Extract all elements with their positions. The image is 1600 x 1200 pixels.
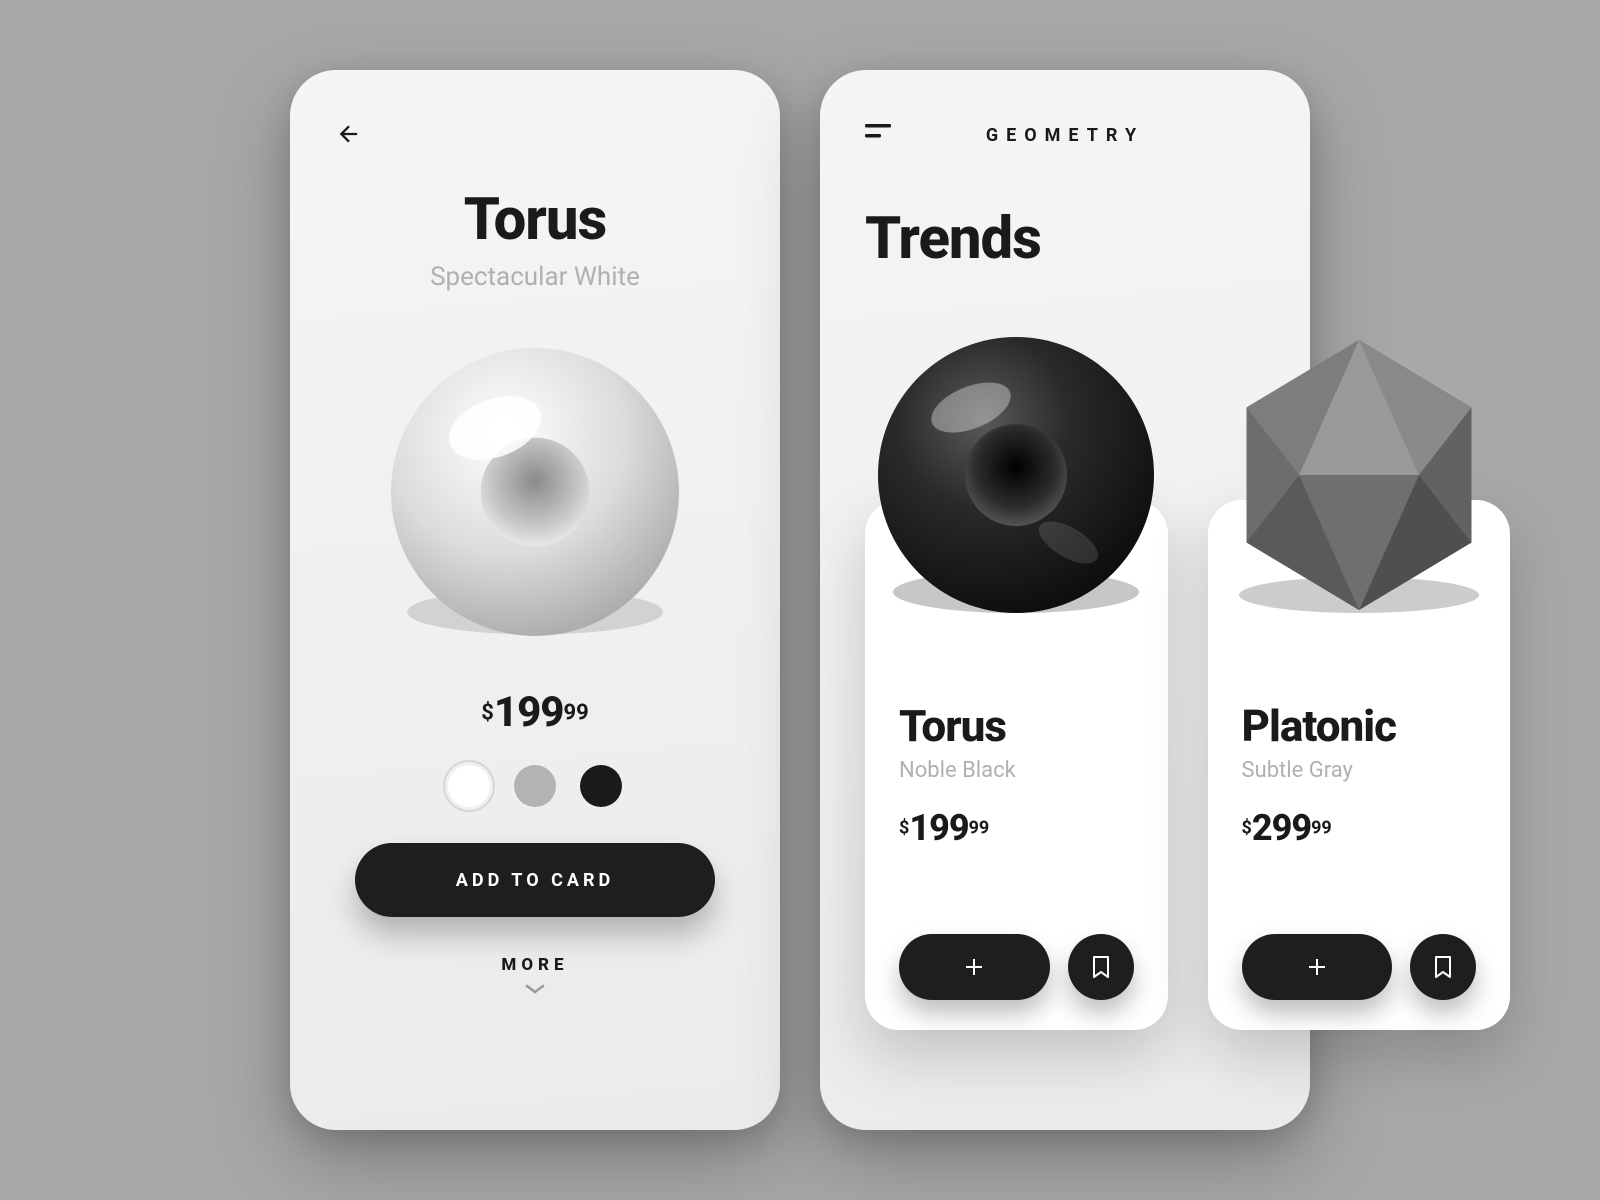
- product-hero-image: [335, 332, 735, 652]
- product-title: Torus: [335, 186, 735, 254]
- price-currency: $: [899, 818, 909, 839]
- card-subtitle: Noble Black: [899, 758, 1134, 783]
- add-button[interactable]: [899, 934, 1050, 1000]
- plus-icon: [1305, 955, 1329, 979]
- price-whole: 199: [909, 807, 968, 849]
- cta-label: ADD TO CARD: [456, 870, 614, 891]
- card-actions: [899, 934, 1134, 1000]
- card-title: Torus: [899, 700, 1134, 752]
- product-cards-row[interactable]: Torus Noble Black $19999: [865, 500, 1510, 1030]
- card-actions: [1242, 934, 1477, 1000]
- add-button[interactable]: [1242, 934, 1393, 1000]
- product-subtitle: Spectacular White: [335, 262, 735, 292]
- price-cents: 99: [1311, 818, 1332, 839]
- more-button[interactable]: MORE: [335, 955, 735, 975]
- product-price: $19999: [335, 688, 735, 737]
- icosahedron-icon: [1209, 325, 1509, 625]
- product-card-torus[interactable]: Torus Noble Black $19999: [865, 500, 1168, 1030]
- card-price: $29999: [1242, 807, 1477, 849]
- bookmark-button[interactable]: [1410, 934, 1476, 1000]
- price-whole: 299: [1252, 807, 1311, 849]
- add-to-card-button[interactable]: ADD TO CARD: [355, 843, 715, 917]
- section-title: Trends: [865, 205, 1265, 273]
- color-swatches: [335, 765, 735, 807]
- price-whole: 199: [494, 688, 564, 737]
- plus-icon: [962, 955, 986, 979]
- product-image: [866, 325, 1166, 629]
- card-price: $19999: [899, 807, 1134, 849]
- card-title: Platonic: [1242, 700, 1477, 752]
- product-card-platonic[interactable]: Platonic Subtle Gray $29999: [1208, 500, 1511, 1030]
- card-subtitle: Subtle Gray: [1242, 758, 1477, 783]
- top-bar: GEOMETRY: [865, 120, 1265, 150]
- bookmark-button[interactable]: [1068, 934, 1134, 1000]
- torus-black-icon: [866, 325, 1166, 625]
- swatch-black[interactable]: [580, 765, 622, 807]
- torus-white-icon: [375, 332, 695, 652]
- bookmark-icon: [1433, 955, 1453, 979]
- price-cents: 99: [969, 818, 990, 839]
- menu-button[interactable]: [865, 122, 895, 146]
- price-currency: $: [481, 701, 494, 726]
- swatch-white[interactable]: [448, 765, 490, 807]
- product-detail-screen: Torus Spectacular White: [290, 70, 780, 1130]
- back-button[interactable]: [335, 120, 363, 148]
- menu-icon: [865, 122, 895, 142]
- bookmark-icon: [1091, 955, 1111, 979]
- brand-title: GEOMETRY: [986, 125, 1144, 146]
- price-currency: $: [1242, 818, 1252, 839]
- arrow-left-icon: [335, 120, 363, 148]
- swatch-gray[interactable]: [514, 765, 556, 807]
- trends-screen: GEOMETRY Trends: [820, 70, 1310, 1130]
- product-image: [1209, 325, 1509, 629]
- more-label: MORE: [501, 955, 568, 975]
- price-cents: 99: [564, 701, 589, 726]
- chevron-down-icon: [335, 981, 735, 1000]
